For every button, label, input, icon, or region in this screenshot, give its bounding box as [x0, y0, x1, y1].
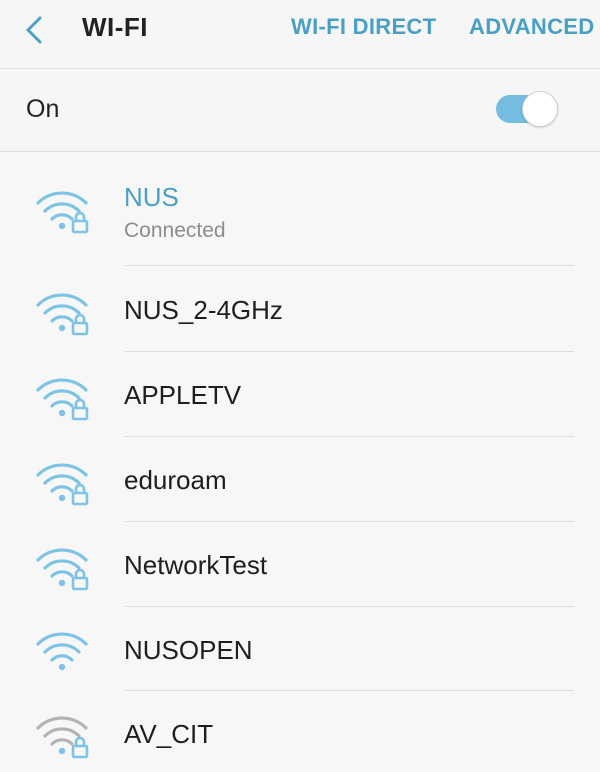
network-ssid: NUS_2-4GHz: [124, 295, 283, 325]
wifi-state-label: On: [26, 95, 60, 123]
network-list: NUS Connected NUS_2-4GHz APPLETV eduroam…: [0, 152, 600, 772]
wifi-lock-icon: [36, 463, 89, 506]
network-ssid: eduroam: [124, 465, 227, 495]
network-item-appletv[interactable]: APPLETV: [0, 352, 600, 437]
wifi-lock-icon: [36, 548, 89, 591]
network-item-av-cit[interactable]: AV_CIT: [0, 691, 600, 772]
chevron-left-icon: [26, 16, 42, 44]
wifi-toggle-switch[interactable]: [494, 91, 560, 127]
switch-thumb: [522, 91, 558, 127]
wifi-direct-button[interactable]: WI-FI DIRECT: [291, 14, 436, 40]
network-ssid: NetworkTest: [124, 550, 268, 580]
back-button[interactable]: [14, 8, 58, 52]
wifi-icon: [36, 632, 88, 671]
wifi-lock-icon: [36, 191, 89, 234]
wifi-lock-icon: [36, 716, 89, 759]
advanced-button[interactable]: ADVANCED: [469, 14, 594, 40]
network-status: Connected: [124, 219, 226, 242]
network-ssid: APPLETV: [124, 380, 242, 410]
network-item-nus[interactable]: NUS Connected: [0, 152, 600, 266]
wifi-settings-screen: WI-FI WI-FI DIRECT ADVANCED On NUS Conne…: [0, 0, 600, 772]
wifi-toggle-row[interactable]: On: [0, 68, 600, 152]
network-item-networktest[interactable]: NetworkTest: [0, 522, 600, 607]
network-ssid: NUS: [124, 182, 179, 212]
wifi-lock-icon: [36, 293, 89, 336]
network-item-nusopen[interactable]: NUSOPEN: [0, 607, 600, 691]
wifi-lock-icon: [36, 378, 89, 421]
app-header: WI-FI WI-FI DIRECT ADVANCED: [0, 0, 600, 64]
page-title: WI-FI: [82, 12, 149, 42]
network-ssid: AV_CIT: [124, 719, 214, 749]
network-ssid: NUSOPEN: [124, 635, 253, 665]
network-item-nus-2-4ghz[interactable]: NUS_2-4GHz: [0, 266, 600, 352]
network-item-eduroam[interactable]: eduroam: [0, 437, 600, 522]
